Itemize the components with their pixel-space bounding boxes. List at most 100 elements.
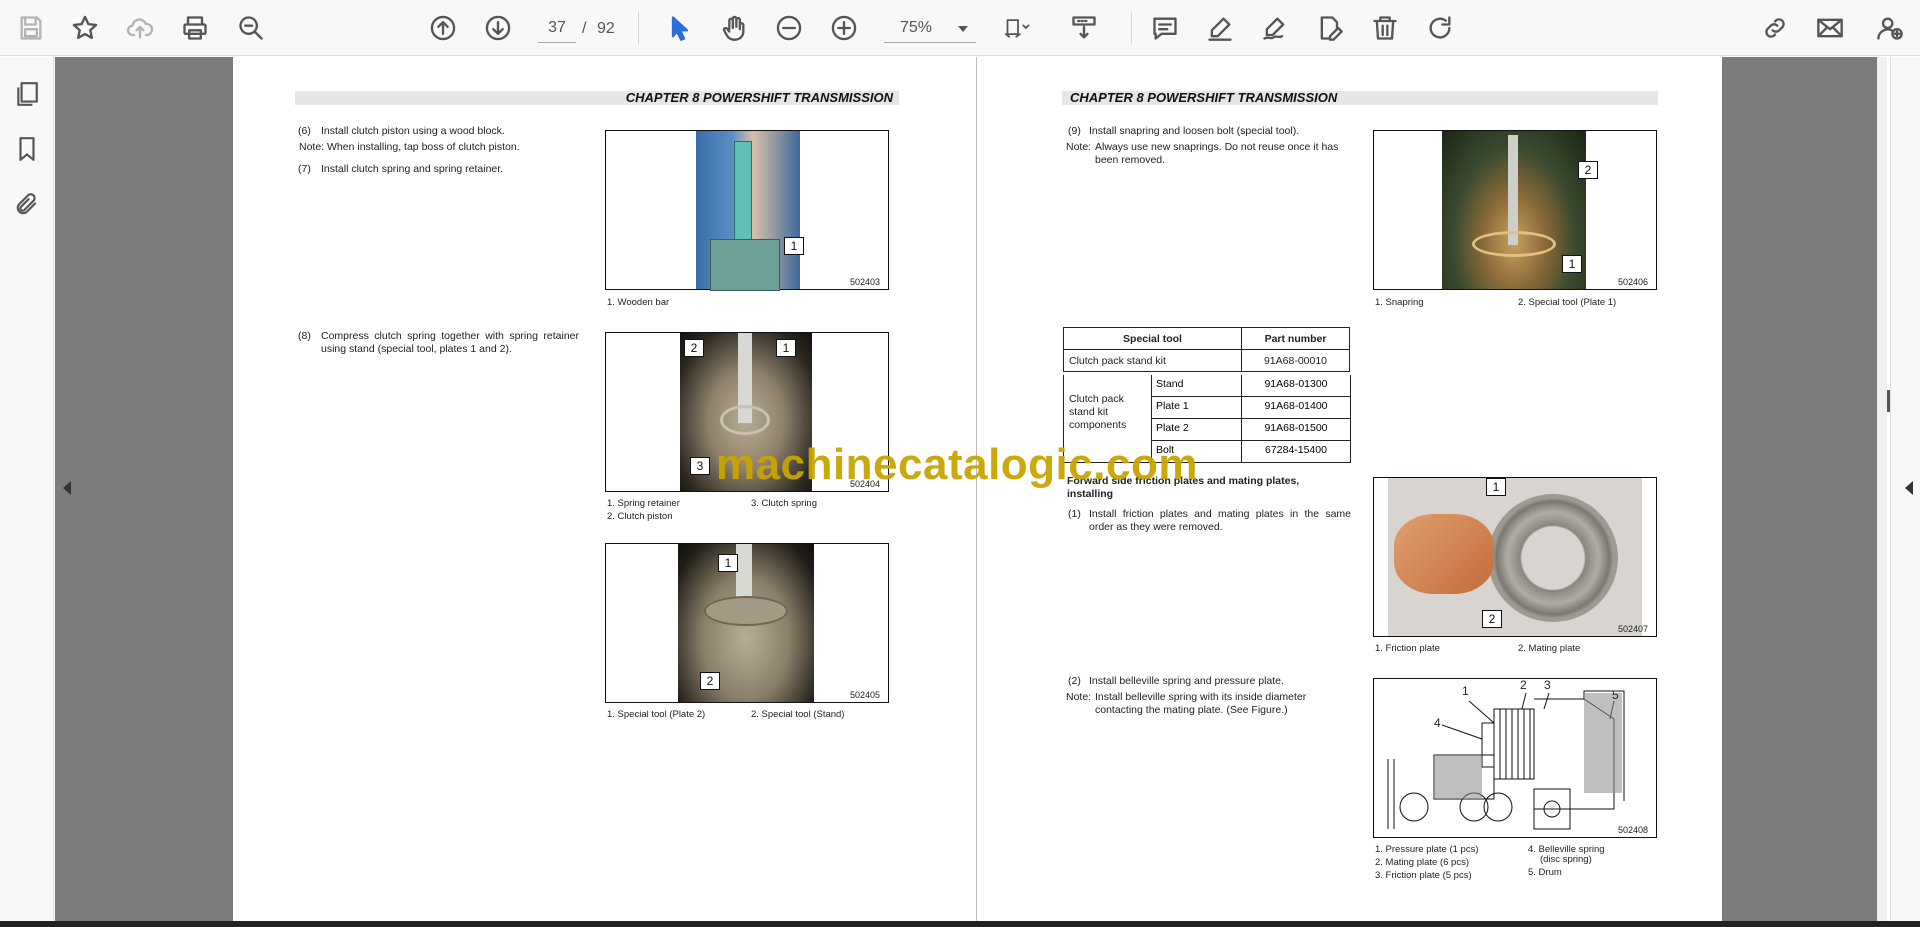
select-tool-button[interactable] [661, 9, 699, 47]
figure-caption: 2. Mating plate [1518, 643, 1581, 654]
page-thumbnails-button[interactable] [10, 77, 44, 111]
figure-callout: 1 [1486, 478, 1506, 496]
step-text: Install snapring and loosen bolt (specia… [1089, 125, 1300, 137]
figure-callout: 2 [700, 672, 720, 690]
page-separator: / [582, 20, 587, 37]
print-button[interactable] [176, 9, 214, 47]
clutch-section-drawing [1387, 690, 1625, 830]
upload-cloud-button[interactable] [121, 9, 159, 47]
figure-caption: 1. Wooden bar [607, 297, 670, 308]
step-text: Install clutch piston using a wood block… [321, 125, 505, 137]
step-text: Install belleville spring and pressure p… [1089, 675, 1284, 687]
scroll-mode-button[interactable] [1065, 9, 1103, 47]
figure-caption: 2. Mating plate (6 pcs) [1375, 857, 1469, 868]
star-icon [72, 15, 98, 40]
step-text: Install clutch spring and spring retaine… [321, 163, 504, 175]
vertical-scrollbar[interactable] [1877, 57, 1887, 921]
edit-pdf-button[interactable] [1311, 9, 1349, 47]
figure-caption: 1. Spring retainer [607, 498, 680, 509]
photo-clutch-piston [696, 131, 800, 291]
figure-special-tool: 1 2 502405 [605, 543, 889, 703]
table-cell: 91A68-01400 [1241, 397, 1351, 419]
figure-caption: 2. Special tool (Stand) [751, 709, 845, 720]
figure-code: 502406 [1617, 277, 1648, 287]
table-cell: 91A68-00010 [1241, 349, 1350, 372]
step-number: (2) [1068, 675, 1081, 687]
collapse-left-pane-arrow-icon[interactable] [63, 481, 71, 495]
hand-tool-button[interactable] [715, 9, 753, 47]
zoom-level-select[interactable]: 75% [884, 13, 976, 43]
next-page-button[interactable] [479, 9, 517, 47]
figure-caption: 3. Clutch spring [751, 498, 818, 509]
save-icon [20, 16, 42, 40]
fit-page-icon [1004, 19, 1030, 38]
table-cell: Clutch pack stand kit [1063, 349, 1242, 372]
diagram-label: 3 [1544, 678, 1551, 692]
figure-callout: 1 [776, 339, 796, 357]
zoom-in-icon [831, 15, 857, 41]
sign-button[interactable] [1256, 9, 1294, 47]
comment-icon [1153, 17, 1177, 40]
zoom-level-value: 75% [900, 19, 933, 36]
figure-callout: 2 [684, 339, 704, 357]
figure-code: 502405 [849, 690, 880, 700]
edit-icon [1320, 16, 1343, 41]
comment-button[interactable] [1146, 9, 1184, 47]
figure-callout: 2 [1578, 161, 1598, 179]
save-button[interactable] [12, 9, 50, 47]
share-link-button[interactable] [1756, 9, 1794, 47]
account-button[interactable] [1871, 9, 1909, 47]
fit-page-button[interactable] [992, 9, 1044, 47]
plate-shape [704, 596, 788, 626]
print-icon [183, 16, 207, 40]
mail-icon [1817, 18, 1843, 38]
toolbar: 37 / 92 75% [0, 0, 1920, 56]
bookmarks-button[interactable] [10, 132, 44, 166]
chevron-down-icon [958, 26, 968, 32]
attachments-button[interactable] [10, 187, 44, 221]
figure-code: 502408 [1617, 825, 1648, 835]
figure-caption: 1. Snapring [1375, 297, 1424, 308]
figure-code: 502403 [849, 277, 880, 287]
select-cursor-icon [671, 16, 689, 41]
snapring-shape [1472, 231, 1556, 257]
rotate-icon [1429, 16, 1451, 39]
upload-icon [126, 18, 154, 39]
zoom-out-icon [776, 15, 802, 41]
taskbar-strip [0, 921, 1920, 927]
table-header: Part number [1241, 327, 1350, 350]
plate-ring-shape [1488, 494, 1618, 622]
figure-belleville-spring-diagram: 1 2 3 4 5 502408 [1373, 678, 1657, 838]
figure-callout: 1 [784, 237, 804, 255]
prev-page-icon [430, 15, 456, 41]
figure-caption: 1. Friction plate [1375, 643, 1440, 654]
expand-right-pane-arrow-icon[interactable] [1905, 481, 1913, 495]
figure-code: 502407 [1617, 624, 1648, 634]
rotate-button[interactable] [1421, 9, 1459, 47]
hand-shape [1394, 514, 1494, 594]
hand-icon [722, 15, 745, 41]
previous-page-button[interactable] [424, 9, 462, 47]
special-tool-table: Special tool Part number Clutch pack sta… [1063, 327, 1350, 372]
spring-shape [720, 405, 770, 435]
step-number: (6) [298, 125, 311, 137]
table-header: Special tool [1063, 327, 1242, 350]
left-navigation-pane [0, 57, 54, 921]
bookmark-icon [19, 137, 35, 161]
photo-special-tool [678, 544, 814, 702]
bookmark-star-button[interactable] [66, 9, 104, 47]
find-zoom-button[interactable] [232, 9, 270, 47]
step-text: Install friction plates and mating plate… [1089, 508, 1351, 533]
figure-callout: 2 [1482, 610, 1502, 628]
highlight-button[interactable] [1201, 9, 1239, 47]
zoom-in-button[interactable] [825, 9, 863, 47]
cylinder-shape [710, 239, 780, 291]
delete-button[interactable] [1366, 9, 1404, 47]
page-number-input[interactable]: 37 [538, 13, 576, 43]
figure-callout: 3 [690, 457, 710, 475]
note-label: Note: [1066, 691, 1092, 703]
email-button[interactable] [1811, 9, 1849, 47]
wooden-bar-shape [734, 141, 752, 251]
left-gutter [55, 57, 233, 921]
zoom-out-button[interactable] [770, 9, 808, 47]
